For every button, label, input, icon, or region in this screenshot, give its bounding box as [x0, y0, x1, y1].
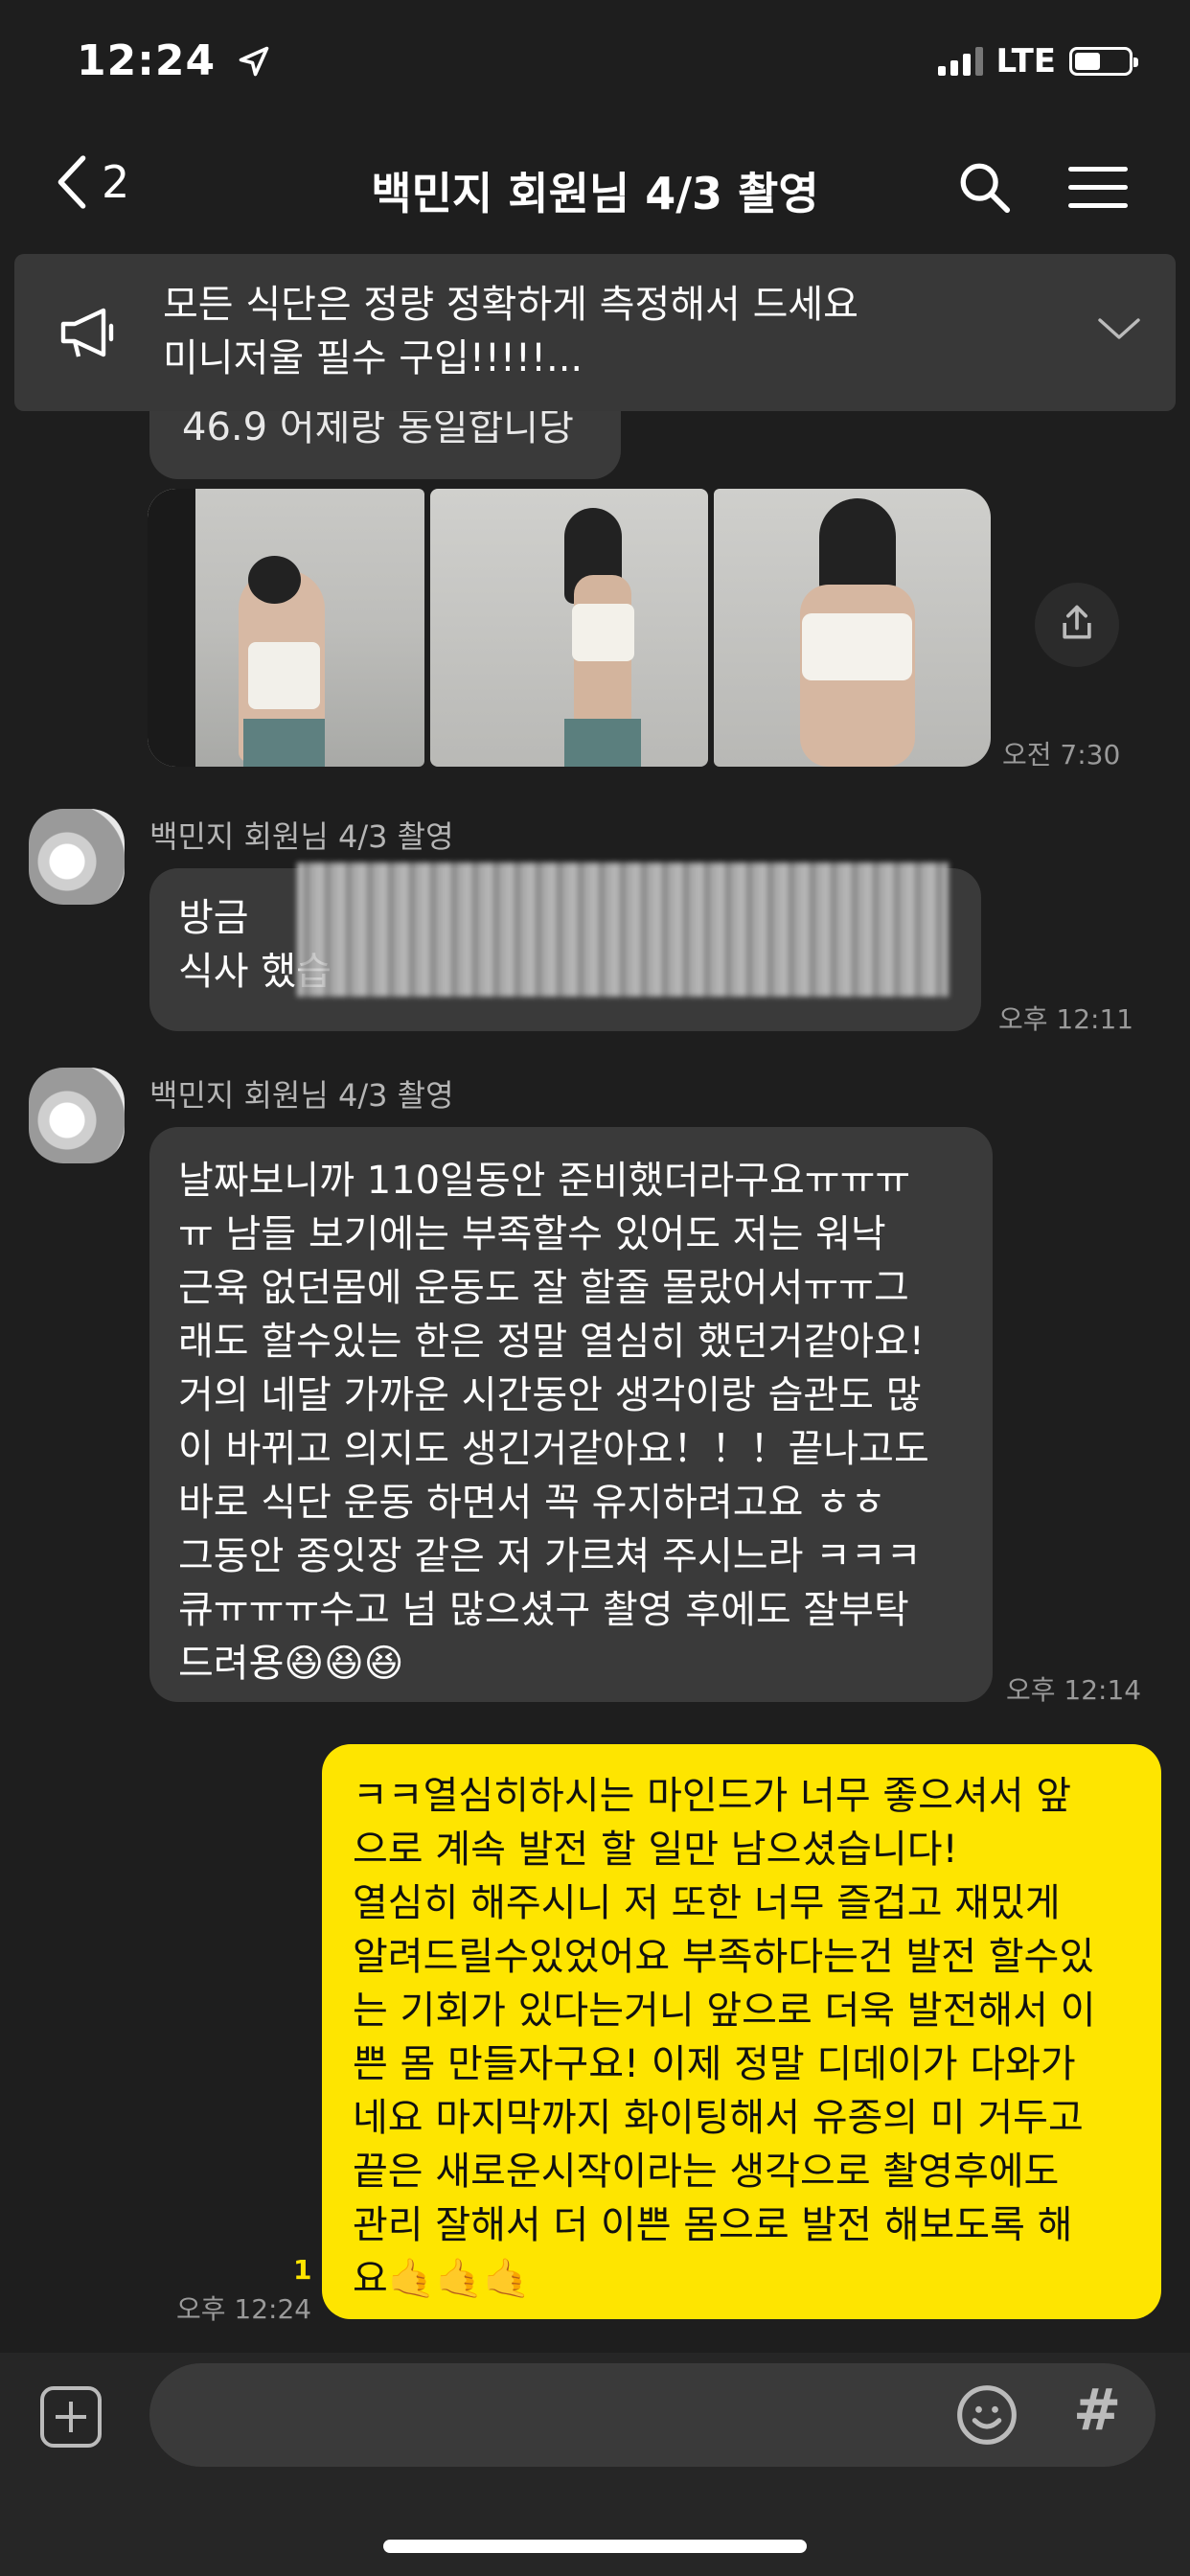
- message-line: 끝은 새로운시작이라는 생각으로 촬영후에도: [353, 2150, 1060, 2194]
- notice-text: 모든 식단은 정량 정확하게 측정해서 드세요 미니저울 필수 구입!!!!!.…: [163, 278, 858, 385]
- message-line: 거의 네달 가까운 시간동안 생각이랑 습관도 많: [178, 1373, 922, 1417]
- location-arrow-icon: [240, 46, 269, 77]
- expand-notice-button[interactable]: [1097, 316, 1141, 347]
- message-line: 쁜 몸 만들자구요! 이제 정말 디데이가 다와가: [353, 2042, 1076, 2086]
- photo-thumbnail[interactable]: [148, 489, 425, 767]
- message-line: 으로 계속 발전 할 일만 남으셨습니다!: [353, 1828, 958, 1872]
- message-bubble-outgoing: ㅋㅋ열심히하시는 마인드가 너무 좋으셔서 앞 으로 계속 발전 할 일만 남으…: [322, 1744, 1161, 2319]
- avatar[interactable]: [29, 1068, 125, 1163]
- search-icon: [960, 163, 1011, 214]
- photo-thumbnail[interactable]: [713, 489, 991, 767]
- sender-name: 백민지 회원님 4/3 촬영: [149, 1077, 454, 1114]
- message-line: 관리 잘해서 더 이쁜 몸으로 발전 해보도록 해: [353, 2203, 1073, 2247]
- message-line: ㅋㅋ열심히하시는 마인드가 너무 좋으셔서 앞: [353, 1774, 1072, 1818]
- message-line: 네요 마지막까지 화이팅해서 유종의 미 거두고: [353, 2096, 1084, 2140]
- network-label: LTE: [995, 42, 1056, 80]
- sender-name: 백민지 회원님 4/3 촬영: [149, 818, 454, 855]
- message-line: 날짜보니까 110일동안 준비했더라구요ㅠㅠㅠ: [178, 1159, 911, 1203]
- signal-icon: [937, 47, 983, 76]
- message-line: 알려드릴수있었어요 부족하다는건 발전 할수있: [353, 1935, 1095, 1979]
- message-time: 오후 12:14: [1006, 1674, 1142, 1706]
- notice-line: 모든 식단은 정량 정확하게 측정해서 드세요: [163, 283, 858, 327]
- share-button[interactable]: [1035, 583, 1119, 667]
- chevron-down-icon: [1098, 318, 1140, 339]
- message-line: 요🤙🤙🤙: [353, 2257, 532, 2301]
- message-time: 오후 12:24: [176, 2293, 312, 2325]
- menu-button[interactable]: [1068, 167, 1128, 221]
- message-line: 큐ㅠㅠㅠ수고 넘 많으셨구 촬영 후에도 잘부탁: [178, 1588, 909, 1632]
- avatar[interactable]: [29, 809, 125, 905]
- message-line: 드려용😆😆😆: [178, 1642, 404, 1686]
- message-text: 46.9 어제랑 동일합니당: [182, 405, 574, 449]
- message-line: 근육 없던몸에 운동도 잘 할줄 몰랐어서ㅠㅠ그: [178, 1266, 909, 1310]
- message-time: 오후 12:11: [998, 1003, 1134, 1035]
- unread-count: 1: [293, 2254, 312, 2286]
- search-button[interactable]: [956, 159, 1012, 218]
- status-indicators: LTE: [937, 42, 1138, 80]
- home-indicator: [383, 2540, 807, 2553]
- message-line: 래도 할수있는 한은 정말 열심히 했던거같아요!: [178, 1320, 925, 1364]
- notice-line: 미니저울 필수 구입!!!!!...: [163, 336, 584, 380]
- message-line: 이 바뀌고 의지도 생긴거같아요！！！끝나고도: [178, 1427, 929, 1471]
- photo-group[interactable]: [148, 489, 991, 767]
- redacted-area: [297, 862, 949, 997]
- message-line: ㅠ 남들 보기에는 부족할수 있어도 저는 워낙: [178, 1212, 886, 1256]
- message-line: 열심히 해주시니 저 또한 너무 즐겁고 재밌게: [353, 1881, 1061, 1925]
- message-line: 는 기회가 있다는거니 앞으로 더욱 발전해서 이: [353, 1989, 1096, 2033]
- share-icon: [1063, 605, 1091, 639]
- message-line: 그동안 종잇장 같은 저 가르쳐 주시느라 ㅋㅋㅋ: [178, 1534, 922, 1578]
- emoji-button[interactable]: [954, 2382, 1019, 2451]
- message-time: 오전 7:30: [1002, 739, 1121, 770]
- battery-icon: [1069, 47, 1138, 76]
- smiley-icon: [957, 2385, 1017, 2445]
- photo-thumbnail[interactable]: [430, 489, 708, 767]
- hamburger-icon: [1068, 167, 1128, 208]
- status-time: 12:24: [77, 36, 271, 85]
- megaphone-icon: [57, 305, 121, 364]
- hashtag-button[interactable]: #: [1073, 2377, 1121, 2444]
- message-line: 바로 식단 운동 하면서 꼭 유지하려고요 ㅎㅎ: [178, 1481, 886, 1525]
- attach-button[interactable]: [40, 2386, 102, 2448]
- time-text: 12:24: [77, 36, 217, 85]
- message-bubble: 날짜보니까 110일동안 준비했더라구요ㅠㅠㅠ ㅠ 남들 보기에는 부족할수 있…: [149, 1127, 993, 1702]
